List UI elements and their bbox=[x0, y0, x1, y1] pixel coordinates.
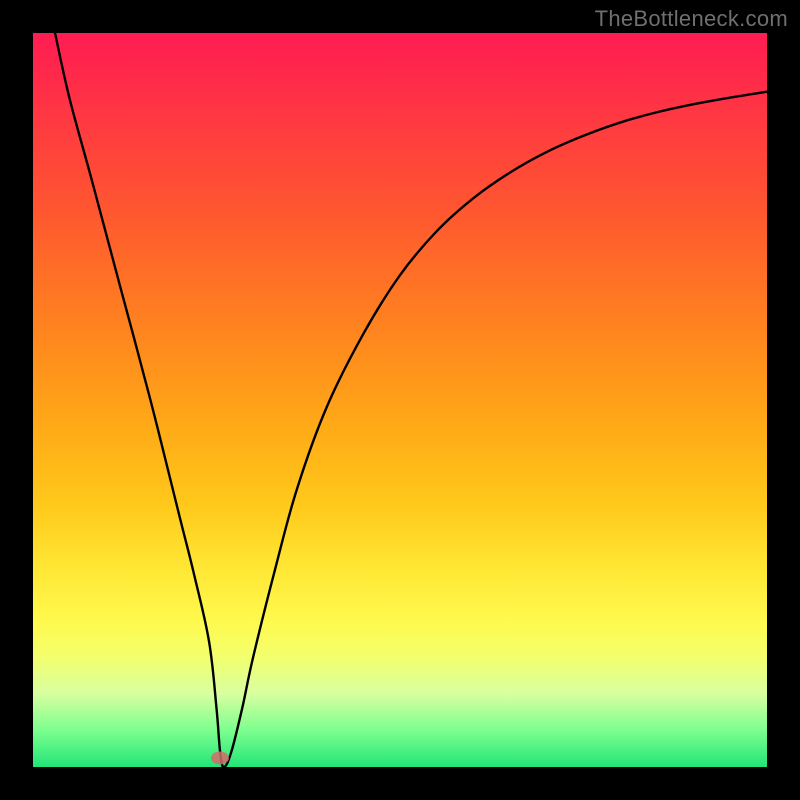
bottleneck-curve bbox=[55, 33, 767, 767]
plot-area bbox=[33, 33, 767, 767]
curve-layer bbox=[33, 33, 767, 767]
bottleneck-marker bbox=[211, 752, 229, 765]
watermark-text: TheBottleneck.com bbox=[595, 6, 788, 32]
chart-frame: TheBottleneck.com bbox=[0, 0, 800, 800]
